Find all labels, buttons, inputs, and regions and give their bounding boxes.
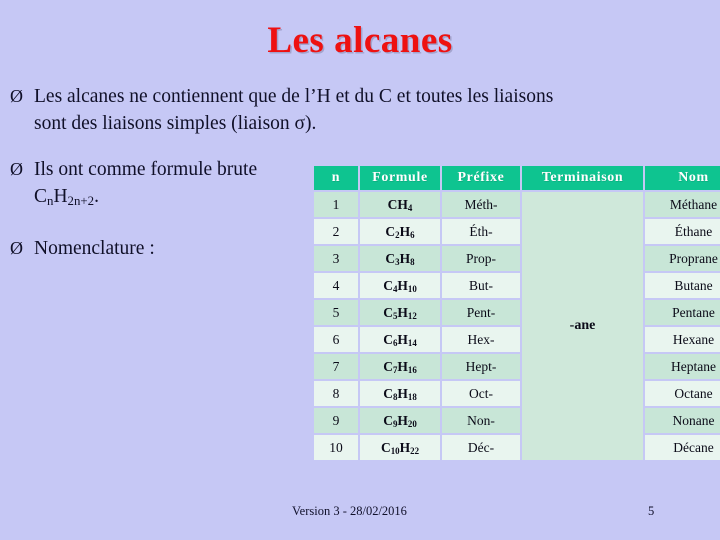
column-header-prefixe: Préfixe bbox=[442, 166, 520, 190]
table-row: 10 C10H22 Déc- Décane bbox=[314, 435, 720, 460]
cell-prefixe: Oct- bbox=[442, 381, 520, 406]
table-body: 1 CH4 Méth- -ane Méthane 2 C2H6 Éth- Éthane 3 C3H8… bbox=[314, 192, 720, 460]
cell-formule: C8H18 bbox=[360, 381, 440, 406]
cell-n: 1 bbox=[314, 192, 358, 217]
cell-formule: CH4 bbox=[360, 192, 440, 217]
cell-nom: Pentane bbox=[645, 300, 720, 325]
cell-nom: Éthane bbox=[645, 219, 720, 244]
bullet-text-formula: Ils ont comme formule brute CnH2n+2. bbox=[34, 157, 338, 210]
cell-nom: Proprane bbox=[645, 246, 720, 271]
cell-nom: Nonane bbox=[645, 408, 720, 433]
column-header-nom: Nom bbox=[645, 166, 720, 190]
cell-prefixe: Méth- bbox=[442, 192, 520, 217]
cell-nom: Hexane bbox=[645, 327, 720, 352]
cell-prefixe: But- bbox=[442, 273, 520, 298]
cell-n: 4 bbox=[314, 273, 358, 298]
cell-formule: C6H14 bbox=[360, 327, 440, 352]
cell-formule: C3H8 bbox=[360, 246, 440, 271]
cell-prefixe: Déc- bbox=[442, 435, 520, 460]
cell-terminaison-merged: -ane bbox=[522, 192, 643, 460]
cell-formule: C5H12 bbox=[360, 300, 440, 325]
bullet-text-nomenclature: Nomenclature : bbox=[34, 238, 155, 260]
cell-nom: Heptane bbox=[645, 354, 720, 379]
arrow-bullet-icon: Ø bbox=[10, 86, 23, 106]
cell-n: 5 bbox=[314, 300, 358, 325]
cell-nom: Butane bbox=[645, 273, 720, 298]
arrow-bullet-icon: Ø bbox=[10, 159, 23, 180]
bullet-line-2: sont des liaisons simples (liaison σ). bbox=[34, 112, 317, 134]
cell-n: 8 bbox=[314, 381, 358, 406]
table-row: 4 C4H10 But- Butane bbox=[314, 273, 720, 298]
table-row: 1 CH4 Méth- -ane Méthane bbox=[314, 192, 720, 460]
cell-prefixe: Hex- bbox=[442, 327, 520, 352]
footer-page-number: 5 bbox=[648, 504, 655, 518]
table-row: 2 C2H6 Éth- Éthane bbox=[314, 219, 720, 244]
bullet-item-formula: Ø Ils ont comme formule brute CnH2n+2. bbox=[8, 157, 338, 210]
column-header-terminaison: Terminaison bbox=[522, 166, 643, 190]
bullet-item-definition: Ø Les alcanes ne contiennent que de l’H … bbox=[8, 84, 708, 136]
table-row: 7 C7H16 Hept- Heptane bbox=[314, 354, 720, 379]
slide-footer: Version 3 - 28/02/2016 5 bbox=[0, 504, 720, 526]
table-row: 9 C9H20 Non- Nonane bbox=[314, 408, 720, 433]
bullet-line-1: Les alcanes ne contiennent que de l’H et… bbox=[34, 86, 554, 107]
page-title: Les alcanes bbox=[267, 20, 453, 61]
cell-nom: Octane bbox=[645, 381, 720, 406]
cell-n: 3 bbox=[314, 246, 358, 271]
table-row: 6 C6H14 Hex- Hexane bbox=[314, 327, 720, 352]
cell-prefixe: Hept- bbox=[442, 354, 520, 379]
cell-n: 7 bbox=[314, 354, 358, 379]
cell-n: 9 bbox=[314, 408, 358, 433]
cell-formule: C4H10 bbox=[360, 273, 440, 298]
cell-prefixe: Pent- bbox=[442, 300, 520, 325]
column-header-n: n bbox=[314, 166, 358, 190]
footer-version-text: Version 3 - 28/02/2016 bbox=[292, 504, 407, 518]
table-header: n Formule Préfixe Terminaison Nom bbox=[314, 166, 720, 190]
cell-n: 2 bbox=[314, 219, 358, 244]
cell-formule: C2H6 bbox=[360, 219, 440, 244]
cell-prefixe: Prop- bbox=[442, 246, 520, 271]
bullet-item-nomenclature: Ø Nomenclature : bbox=[8, 236, 338, 262]
cell-formule: C7H16 bbox=[360, 354, 440, 379]
cell-prefixe: Éth- bbox=[442, 219, 520, 244]
table-row: 3 C3H8 Prop- Proprane bbox=[314, 246, 720, 271]
bullet-line-1: Ils ont comme formule brute bbox=[34, 159, 258, 181]
cell-n: 6 bbox=[314, 327, 358, 352]
table-row: 5 C5H12 Pent- Pentane bbox=[314, 300, 720, 325]
bullet-text-definition: Les alcanes ne contiennent que de l’H et… bbox=[34, 84, 708, 136]
table-header-row: n Formule Préfixe Terminaison Nom bbox=[314, 166, 720, 190]
cell-formule: C9H20 bbox=[360, 408, 440, 433]
alkane-nomenclature-table: n Formule Préfixe Terminaison Nom 1 CH4 Mé… bbox=[312, 164, 720, 462]
formula-period: . bbox=[94, 186, 99, 208]
formula-carbon: C bbox=[34, 186, 48, 208]
cell-n: 10 bbox=[314, 435, 358, 460]
cell-formule: C10H22 bbox=[360, 435, 440, 460]
cell-prefixe: Non- bbox=[442, 408, 520, 433]
formula-hydrogen: H bbox=[53, 186, 68, 208]
column-header-formule: Formule bbox=[360, 166, 440, 190]
formula-hydrogen-subscript: 2n+2 bbox=[67, 194, 95, 209]
general-formula: CnH2n+2. bbox=[34, 184, 338, 210]
arrow-bullet-icon: Ø bbox=[10, 238, 23, 259]
table-row: 8 C8H18 Oct- Octane bbox=[314, 381, 720, 406]
alkane-table-container: n Formule Préfixe Terminaison Nom 1 CH4 Mé… bbox=[312, 164, 720, 462]
cell-nom: Décane bbox=[645, 435, 720, 460]
cell-nom: Méthane bbox=[645, 192, 720, 217]
